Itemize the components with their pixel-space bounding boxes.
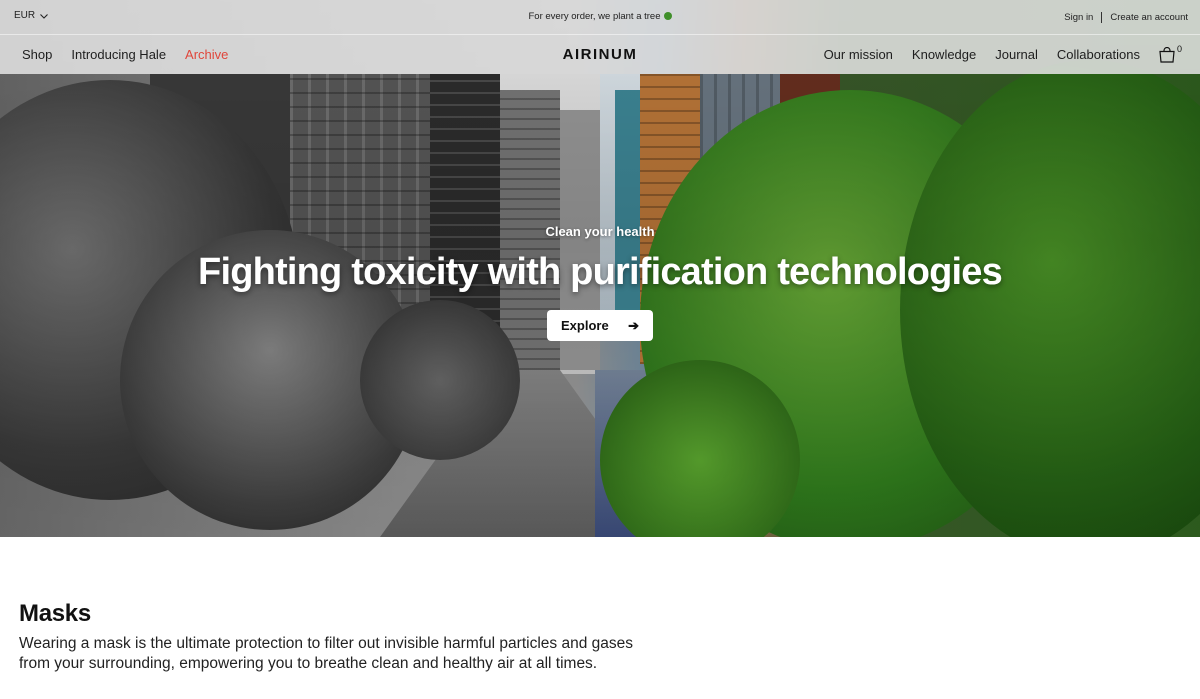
section-title: Masks (19, 600, 91, 627)
promo-message: For every order, we plant a tree (0, 11, 1200, 22)
nav-item-knowledge[interactable]: Knowledge (912, 47, 976, 62)
arrow-right-icon: ➔ (628, 317, 639, 333)
hero-eyebrow: Clean your health (545, 224, 655, 239)
main-nav: Shop Introducing Hale Archive AIRINUM Ou… (0, 34, 1200, 74)
nav-right: Our mission Knowledge Journal Collaborat… (824, 47, 1140, 62)
promo-text: For every order, we plant a tree (528, 11, 661, 22)
nav-item-our-mission[interactable]: Our mission (824, 47, 893, 62)
hero-headline: Fighting toxicity with purification tech… (198, 251, 1003, 293)
account-links: Sign in Create an account (1064, 12, 1188, 23)
sign-in-link[interactable]: Sign in (1064, 12, 1093, 23)
section-description: Wearing a mask is the ultimate protectio… (19, 635, 633, 672)
tree-icon (663, 12, 672, 20)
nav-item-journal[interactable]: Journal (995, 47, 1038, 62)
divider (1101, 12, 1103, 23)
explore-button[interactable]: Explore ➔ (547, 310, 653, 341)
explore-label: Explore (561, 318, 609, 333)
masks-section: Masks Wearing a mask is the ultimate pro… (19, 600, 639, 674)
cart-count-badge: 0 (1177, 44, 1183, 54)
announcement-bar: EUR For every order, we plant a tree Sig… (0, 0, 1200, 34)
hero-content: Clean your health Fighting toxicity with… (0, 224, 1200, 294)
nav-item-collaborations[interactable]: Collaborations (1057, 47, 1140, 62)
page: EUR For every order, we plant a tree Sig… (0, 0, 1200, 699)
cart-button[interactable]: 0 (1158, 44, 1186, 65)
create-account-link[interactable]: Create an account (1110, 12, 1188, 23)
shopping-bag-icon (1159, 47, 1175, 63)
